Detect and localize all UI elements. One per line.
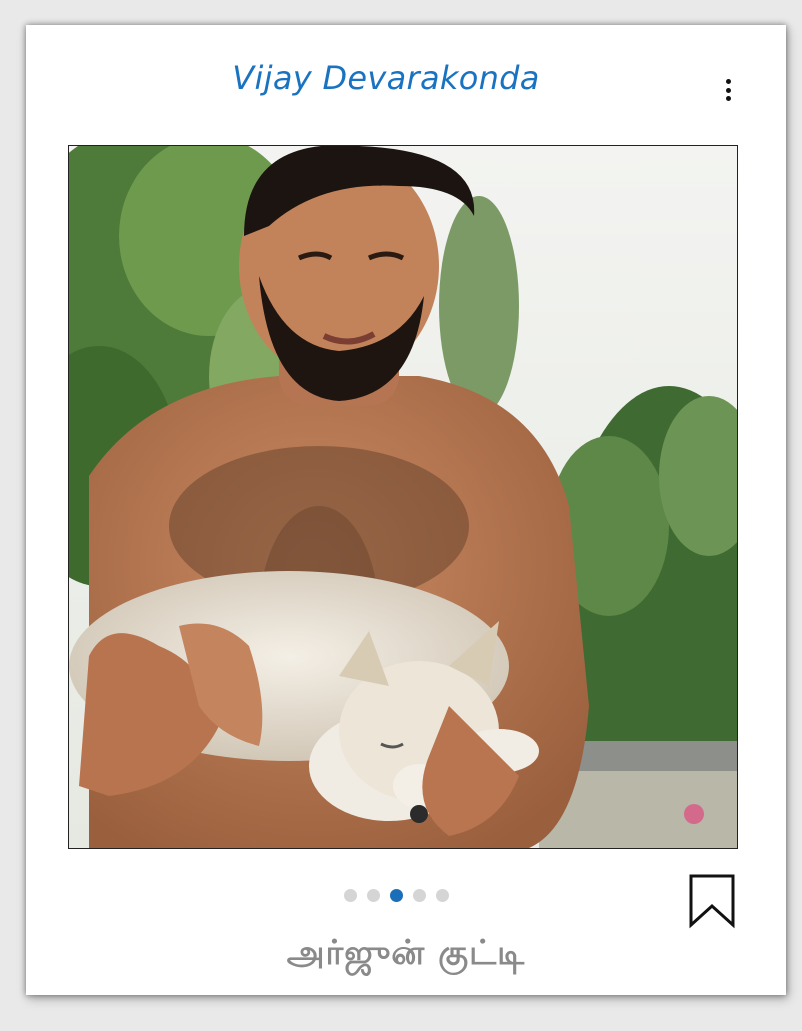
post-card: Vijay Devarakonda அர்ஜுன் குட்டி	[26, 25, 786, 995]
carousel-dot[interactable]	[367, 888, 380, 902]
carousel-dot-active[interactable]	[390, 888, 403, 902]
kebab-dot	[725, 96, 731, 101]
carousel-dot[interactable]	[436, 888, 449, 902]
kebab-dot	[725, 87, 731, 93]
carousel-dot[interactable]	[344, 888, 357, 902]
kebab-dot	[725, 79, 731, 84]
author-name[interactable]: Vijay Devarakonda	[26, 59, 746, 97]
more-options-icon[interactable]	[718, 79, 738, 101]
bookmark-outline-icon	[689, 874, 735, 929]
carousel-dot[interactable]	[413, 888, 426, 902]
post-caption: அர்ஜுன் குட்டி	[286, 933, 526, 973]
carousel-indicator	[344, 887, 449, 903]
bookmark-icon[interactable]	[688, 873, 736, 929]
post-photo-illustration	[69, 146, 737, 848]
post-image[interactable]	[68, 145, 738, 849]
